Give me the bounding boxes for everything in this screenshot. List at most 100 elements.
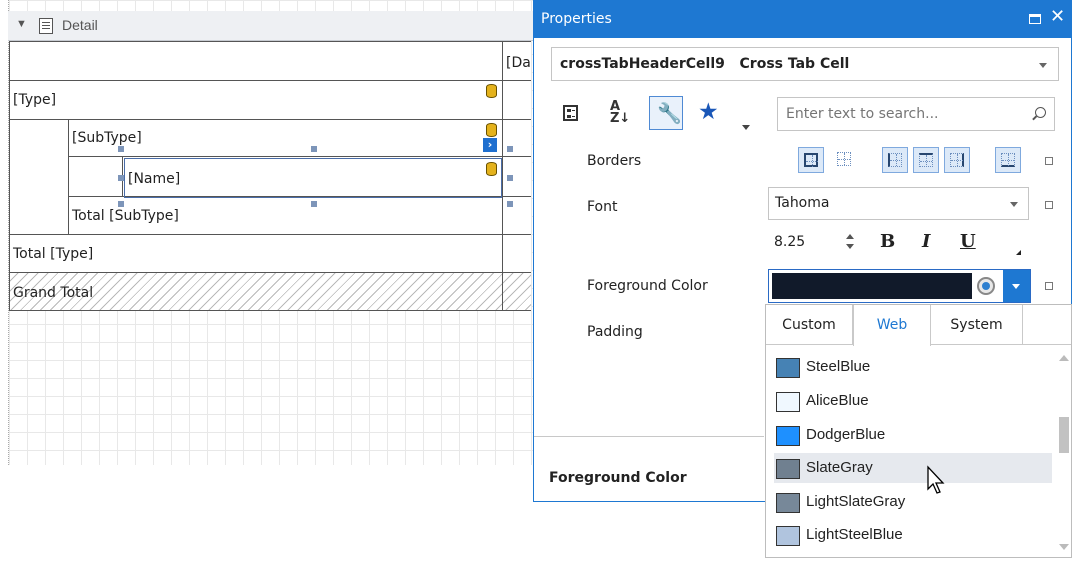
description-separator xyxy=(534,436,764,437)
foreground-color-editor[interactable] xyxy=(768,269,1031,303)
reset-property-icon[interactable] xyxy=(1045,157,1053,165)
favorites-button[interactable]: ★ xyxy=(693,97,727,131)
database-field-icon xyxy=(486,84,497,98)
font-size-spinner[interactable]: 8.25 xyxy=(768,225,866,259)
categorized-button[interactable] xyxy=(554,97,588,131)
color-swatch xyxy=(776,426,800,446)
detail-band-header[interactable]: ▼ Detail xyxy=(8,11,538,41)
smart-tag-icon[interactable]: › xyxy=(483,138,497,152)
underline-button[interactable]: U xyxy=(960,231,976,252)
chevron-down-icon[interactable] xyxy=(1039,63,1047,68)
font-dialog-launcher-icon[interactable] xyxy=(1016,250,1021,255)
database-field-icon xyxy=(486,162,497,176)
close-icon[interactable]: ✕ xyxy=(1050,6,1065,27)
tab-custom[interactable]: Custom xyxy=(766,305,853,345)
border-top-button[interactable] xyxy=(913,147,939,173)
selection-rectangle xyxy=(124,158,502,198)
description-title: Foreground Color xyxy=(549,470,687,486)
foreground-color-label: Foreground Color xyxy=(587,278,708,294)
color-swatch xyxy=(776,493,800,513)
color-item-lightslategray[interactable]: LightSlateGray xyxy=(774,487,1052,517)
alphabetical-button[interactable]: A Z↓ xyxy=(604,97,638,131)
color-swatch xyxy=(772,273,972,299)
scroll-up-icon[interactable] xyxy=(1059,355,1069,361)
resize-handle[interactable] xyxy=(507,175,513,181)
color-item-aliceblue[interactable]: AliceBlue xyxy=(774,386,1052,416)
categorized-icon xyxy=(563,105,578,121)
total-type-cell[interactable]: Total [Type] xyxy=(13,246,93,262)
border-all-button[interactable] xyxy=(798,147,824,173)
border-none-icon xyxy=(837,152,851,166)
reset-property-icon[interactable] xyxy=(1045,201,1053,209)
mouse-cursor-icon xyxy=(927,465,945,494)
search-input[interactable] xyxy=(784,103,1014,125)
sort-az-icon: A Z↓ xyxy=(610,99,631,126)
search-icon[interactable] xyxy=(1035,107,1046,118)
border-all-icon xyxy=(804,153,818,167)
color-item-lightsteelblue[interactable]: LightSteelBlue xyxy=(774,520,1052,550)
panel-title: Properties xyxy=(541,11,612,27)
resize-handle[interactable] xyxy=(311,146,317,152)
border-right-icon xyxy=(950,153,964,167)
color-swatch xyxy=(776,358,800,378)
eyedropper-icon[interactable] xyxy=(977,277,995,295)
wrench-icon: 🔧 xyxy=(657,101,682,125)
name-cell[interactable]: [Name] xyxy=(128,171,180,187)
border-bottom-icon xyxy=(1001,153,1015,167)
border-left-icon xyxy=(888,153,902,167)
font-name-value: Tahoma xyxy=(775,195,830,211)
type-cell[interactable]: [Type] xyxy=(13,92,56,108)
resize-handle[interactable] xyxy=(118,201,124,207)
border-left-button[interactable] xyxy=(882,147,908,173)
star-icon: ★ xyxy=(698,99,719,125)
band-title: Detail xyxy=(62,17,98,33)
color-swatch xyxy=(776,526,800,546)
border-bottom-button[interactable] xyxy=(995,147,1021,173)
color-popup: Custom Web System SteelBlue AliceBlue Do… xyxy=(765,304,1072,558)
object-selector-value: crossTabHeaderCell9 Cross Tab Cell xyxy=(560,56,850,72)
color-dropdown-button[interactable] xyxy=(1003,270,1030,302)
border-none-button[interactable] xyxy=(832,147,858,173)
tab-system[interactable]: System xyxy=(931,305,1023,345)
color-item-steelblue[interactable]: SteelBlue xyxy=(774,352,1052,382)
property-search[interactable] xyxy=(777,97,1055,131)
spin-down-icon[interactable] xyxy=(846,244,854,249)
color-swatch xyxy=(776,459,800,479)
scrollbar-thumb[interactable] xyxy=(1059,417,1069,453)
font-name-dropdown[interactable]: Tahoma xyxy=(768,187,1029,220)
resize-handle[interactable] xyxy=(311,201,317,207)
border-top-icon xyxy=(919,153,933,167)
database-field-icon xyxy=(486,123,497,137)
resize-handle[interactable] xyxy=(507,201,513,207)
borders-label: Borders xyxy=(587,153,642,169)
chevron-down-icon[interactable] xyxy=(1010,202,1018,207)
color-tabs: Custom Web System xyxy=(766,305,1071,346)
resize-handle[interactable] xyxy=(118,146,124,152)
bold-button[interactable]: B xyxy=(880,231,895,252)
resize-handle[interactable] xyxy=(507,146,513,152)
band-icon xyxy=(39,18,53,34)
color-item-dodgerblue[interactable]: DodgerBlue xyxy=(774,420,1052,450)
total-subtype-cell[interactable]: Total [SubType] xyxy=(72,208,179,224)
italic-button[interactable]: I xyxy=(922,231,930,252)
scroll-down-icon[interactable] xyxy=(1059,544,1069,550)
data-column-header[interactable]: [Da xyxy=(506,55,531,71)
font-label: Font xyxy=(587,199,618,215)
object-selector[interactable]: crossTabHeaderCell9 Cross Tab Cell xyxy=(551,47,1059,81)
color-swatch xyxy=(776,392,800,412)
padding-label: Padding xyxy=(587,324,643,340)
reset-property-icon[interactable] xyxy=(1045,282,1053,290)
font-size-value: 8.25 xyxy=(774,234,806,250)
resize-handle[interactable] xyxy=(118,175,124,181)
maximize-icon[interactable] xyxy=(1029,14,1041,24)
subtype-cell[interactable]: [SubType] xyxy=(72,130,142,146)
border-right-button[interactable] xyxy=(944,147,970,173)
properties-title-bar[interactable]: Properties ✕ xyxy=(534,1,1071,38)
collapse-triangle-icon[interactable]: ▼ xyxy=(16,18,27,30)
properties-tab-button[interactable]: 🔧 xyxy=(649,96,683,130)
favorites-dropdown-icon[interactable] xyxy=(742,125,750,130)
spin-up-icon[interactable] xyxy=(846,234,854,239)
grand-total-cell[interactable]: Grand Total xyxy=(13,285,93,301)
tab-web[interactable]: Web xyxy=(853,305,931,346)
color-item-slategray[interactable]: SlateGray xyxy=(774,453,1052,483)
